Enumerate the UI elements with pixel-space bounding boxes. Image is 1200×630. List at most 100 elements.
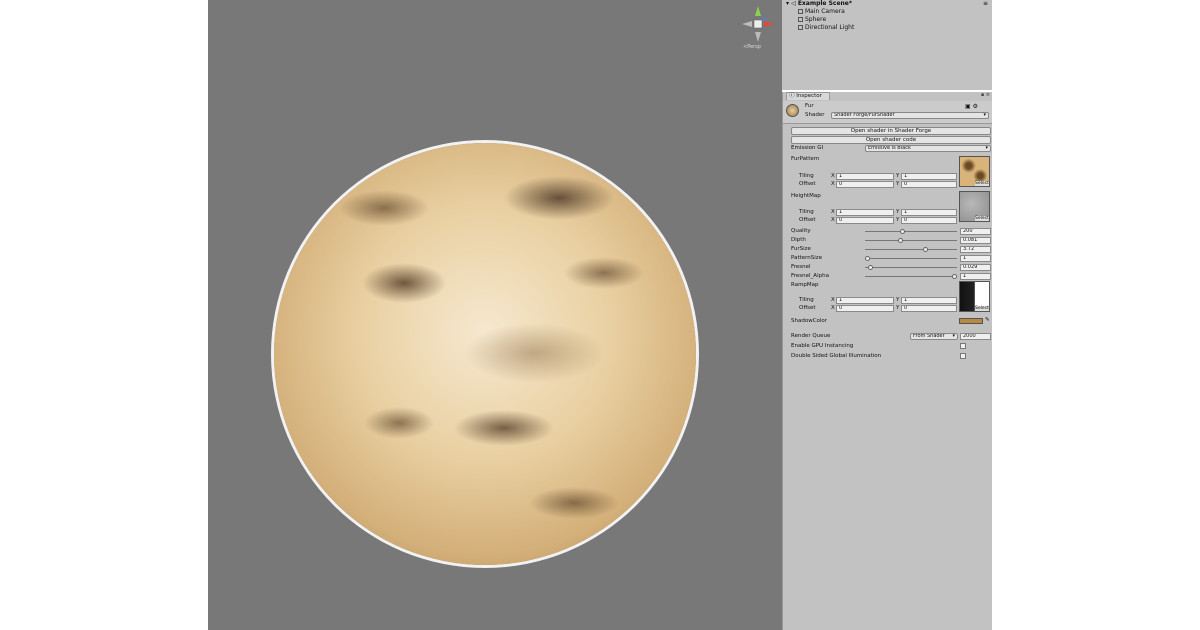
height-map-offset-x[interactable]: 0 xyxy=(836,217,894,224)
render-queue-dropdown[interactable]: From Shader xyxy=(910,333,958,340)
slider-track[interactable] xyxy=(865,267,957,268)
header-settings-icon[interactable]: ▣ ⚙ xyxy=(965,103,978,110)
fur-pattern-tiling-y[interactable]: 1 xyxy=(901,173,957,180)
ramp-map-offset-y[interactable]: 0 xyxy=(901,305,957,312)
emission-gi-label: Emission GI xyxy=(791,145,824,151)
fur-pattern-offset-y[interactable]: 0 xyxy=(901,181,957,188)
ramp-map-label: RampMap xyxy=(791,282,819,288)
slider-value-field[interactable]: 200 xyxy=(960,228,991,235)
hierarchy-item-sphere[interactable]: Sphere xyxy=(798,16,826,23)
inspector-panel: ⓘ Inspector ▪ ≡ Fur Shader Shader Forge/… xyxy=(782,92,993,630)
projection-label[interactable]: ≺Persp xyxy=(743,44,761,50)
slider-track[interactable] xyxy=(865,276,957,277)
ramp-map-tiling-y[interactable]: 1 xyxy=(901,297,957,304)
slider-value-field[interactable]: 1 xyxy=(960,273,991,280)
fur-pattern-texture[interactable]: Select xyxy=(959,156,990,187)
axis-x-label: X xyxy=(831,209,835,215)
slider-handle[interactable] xyxy=(923,247,929,252)
axis-y-label: Y xyxy=(896,297,900,303)
shadow-color-label: ShadowColor xyxy=(791,318,828,324)
axis-x-label: X xyxy=(831,173,835,179)
panel-menu-icon[interactable]: ▪ ≡ xyxy=(981,92,990,98)
slider-label: Dipth xyxy=(791,237,806,243)
scene-root[interactable]: ▾ ◁ Example Scene* xyxy=(786,0,852,7)
ramp-map-tiling-label: Tiling xyxy=(799,297,814,303)
axis-x-label: X xyxy=(831,217,835,223)
axis-x-label: X xyxy=(831,305,835,311)
ramp-map-offset-x[interactable]: 0 xyxy=(836,305,894,312)
material-name: Fur xyxy=(805,103,814,109)
height-map-offset-label: Offset xyxy=(799,217,816,223)
shader-label: Shader xyxy=(805,112,825,118)
gameobject-icon xyxy=(798,9,803,14)
ramp-map-tiling-x[interactable]: 1 xyxy=(836,297,894,304)
axis-y-label: Y xyxy=(896,173,900,179)
eyedropper-icon[interactable]: ✎ xyxy=(985,317,990,324)
double-sided-gi-checkbox[interactable] xyxy=(960,353,966,359)
hierarchy-panel: ▾ ◁ Example Scene* ≡ Main Camera Sphere … xyxy=(782,0,992,90)
ramp-map-select-button[interactable]: Select xyxy=(975,306,989,311)
slider-handle[interactable] xyxy=(899,229,905,234)
slider-handle[interactable] xyxy=(898,238,904,243)
fur-pattern-tiling-label: Tiling xyxy=(799,173,814,179)
height-map-label: HeightMap xyxy=(791,193,821,199)
axis-y-label: Y xyxy=(896,209,900,215)
shader-dropdown[interactable]: Shader Forge/FurShader xyxy=(831,112,989,119)
slider-label: Quality xyxy=(791,228,811,234)
ramp-map-offset-label: Offset xyxy=(799,305,816,311)
open-shader-code-button[interactable]: Open shader code xyxy=(791,136,991,144)
slider-label: PatternSize xyxy=(791,255,823,261)
axis-y-label: Y xyxy=(896,181,900,187)
fur-pattern-label: FurPattern xyxy=(791,156,820,162)
double-sided-gi-label: Double Sided Global Illumination xyxy=(791,353,882,359)
scene-name: Example Scene* xyxy=(797,0,853,7)
slider-label: Fresnel xyxy=(791,264,811,270)
render-queue-label: Render Queue xyxy=(791,333,831,339)
slider-track[interactable] xyxy=(865,231,957,232)
slider-label: FurSize xyxy=(791,246,811,252)
slider-label: Fresnel_Alpha xyxy=(791,273,829,279)
fur-pattern-tiling-x[interactable]: 1 xyxy=(836,173,894,180)
slider-value-field[interactable]: 0.081 xyxy=(960,237,991,244)
slider-handle[interactable] xyxy=(952,274,957,279)
page-margin xyxy=(992,0,1200,630)
ramp-map-texture[interactable]: Select xyxy=(959,281,990,312)
axis-x-label: X xyxy=(831,297,835,303)
material-thumbnail xyxy=(786,104,799,117)
material-header: Fur Shader Shader Forge/FurShader ▣ ⚙ xyxy=(783,101,993,124)
tab-inspector[interactable]: ⓘ Inspector xyxy=(786,92,830,100)
height-map-select-button[interactable]: Select xyxy=(975,216,989,221)
shadow-color-swatch[interactable] xyxy=(959,318,983,324)
axis-y-label: Y xyxy=(896,305,900,311)
fur-pattern-offset-label: Offset xyxy=(799,181,816,187)
slider-handle[interactable] xyxy=(867,265,873,270)
fur-pattern-offset-x[interactable]: 0 xyxy=(836,181,894,188)
hierarchy-item-directional-light[interactable]: Directional Light xyxy=(798,24,854,31)
height-map-texture[interactable]: Select xyxy=(959,191,990,222)
height-map-offset-y[interactable]: 0 xyxy=(901,217,957,224)
axis-x-label: X xyxy=(831,181,835,187)
height-map-tiling-y[interactable]: 1 xyxy=(901,209,957,216)
fur-pattern-select-button[interactable]: Select xyxy=(975,181,989,186)
height-map-tiling-label: Tiling xyxy=(799,209,814,215)
axis-y-label: Y xyxy=(896,217,900,223)
scene-view[interactable]: ≺Persp xyxy=(208,0,782,630)
fur-sphere[interactable] xyxy=(274,143,696,565)
gameobject-icon xyxy=(798,25,803,30)
hierarchy-item-main-camera[interactable]: Main Camera xyxy=(798,8,845,15)
height-map-tiling-x[interactable]: 1 xyxy=(836,209,894,216)
gpu-instancing-checkbox[interactable] xyxy=(960,343,966,349)
slider-track[interactable] xyxy=(865,249,957,250)
slider-value-field[interactable]: 3.72 xyxy=(960,246,991,253)
render-queue-field[interactable]: 2000 xyxy=(960,333,991,340)
slider-handle[interactable] xyxy=(865,256,870,261)
gpu-instancing-label: Enable GPU Instancing xyxy=(791,343,854,349)
open-shader-forge-button[interactable]: Open shader in Shader Forge xyxy=(791,127,991,135)
scene-menu-icon[interactable]: ≡ xyxy=(983,0,988,7)
gameobject-icon xyxy=(798,17,803,22)
slider-track[interactable] xyxy=(865,258,957,259)
emission-gi-dropdown[interactable]: Emissive Is Black xyxy=(865,145,991,152)
slider-value-field[interactable]: 0.029 xyxy=(960,264,991,271)
slider-track[interactable] xyxy=(865,240,957,241)
slider-value-field[interactable]: 1 xyxy=(960,255,991,262)
